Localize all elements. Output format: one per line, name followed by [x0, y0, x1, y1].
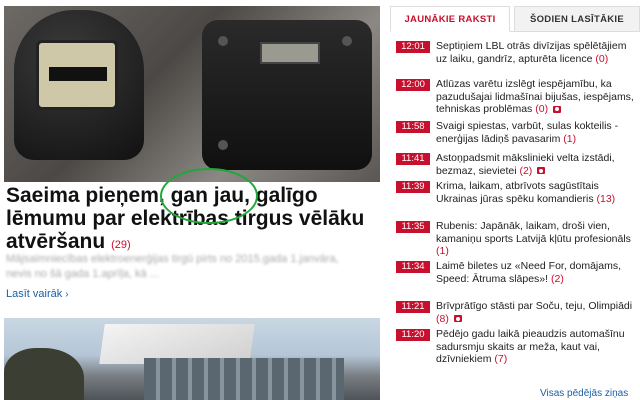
news-item[interactable]: 11:41 Astoņpadsmit mākslinieki velta izs…	[396, 152, 640, 180]
news-tabs: JAUNĀKIE RAKSTI ŠODIEN LASĪTĀKIE	[390, 6, 640, 32]
camera-icon	[553, 105, 561, 113]
news-list: 12:01 Septiņiem LBL otrās divīzijas spēl…	[396, 40, 640, 366]
news-item[interactable]: 11:35 Rubenis: Japānāk, laikam, droši vi…	[396, 220, 640, 260]
news-comments[interactable]: (0)	[595, 53, 608, 65]
news-comments[interactable]: (1)	[436, 245, 449, 257]
news-comments[interactable]: (8)	[436, 313, 449, 325]
news-comments[interactable]: (13)	[597, 193, 616, 205]
news-title[interactable]: Pēdējo gadu laikā pieaudzis automašīnu s…	[436, 328, 625, 365]
news-title[interactable]: Laimē biletes uz «Need For, domājams, Sp…	[436, 260, 621, 285]
news-time: 12:00	[396, 79, 430, 91]
tab-most-read[interactable]: ŠODIEN LASĪTĀKIE	[514, 6, 640, 32]
news-time: 11:58	[396, 121, 430, 133]
news-time: 11:20	[396, 329, 430, 341]
news-comments[interactable]: (7)	[494, 353, 507, 365]
news-title[interactable]: Rubenis: Japānāk, laikam, droši vien, ka…	[436, 220, 631, 245]
headline-text[interactable]: Saeima pieņem, gan jau, galīgo lēmumu pa…	[6, 184, 364, 253]
electric-meter-right	[202, 20, 372, 170]
camera-icon	[453, 315, 462, 323]
electric-meter-left	[14, 10, 144, 160]
news-sidebar: JAUNĀKIE RAKSTI ŠODIEN LASĪTĀKIE 12:01 S…	[390, 0, 640, 400]
news-item[interactable]: 11:20 Pēdējo gadu laikā pieaudzis automa…	[396, 328, 640, 366]
news-time: 11:35	[396, 221, 430, 233]
news-item[interactable]: 12:01 Septiņiem LBL otrās divīzijas spēl…	[396, 40, 640, 78]
news-title[interactable]: Brīvprātīgo stāsti par Soču, teju, Olimp…	[436, 300, 632, 312]
news-time: 11:34	[396, 261, 430, 273]
hero-image[interactable]	[4, 6, 380, 182]
news-time: 11:39	[396, 181, 430, 193]
news-item[interactable]: 11:58 Svaigi spiestas, varbūt, sulas kok…	[396, 120, 640, 152]
news-item[interactable]: 11:34 Laimē biletes uz «Need For, domāja…	[396, 260, 640, 300]
news-comments[interactable]: (0)	[535, 103, 548, 115]
all-news-link[interactable]: Visas pēdējās ziņas	[540, 388, 628, 399]
news-comments[interactable]: (1)	[563, 133, 576, 145]
news-comments[interactable]: (2)	[551, 273, 564, 285]
news-comments[interactable]: (2)	[519, 165, 532, 177]
news-title[interactable]: Svaigi spiestas, varbūt, sulas kokteilis…	[436, 120, 618, 145]
secondary-image[interactable]	[4, 318, 380, 400]
news-time: 11:21	[396, 301, 430, 313]
news-time: 11:41	[396, 153, 430, 165]
chevron-right-icon: ›	[65, 289, 69, 300]
news-title[interactable]: Krima, laikam, atbrīvots sagūstītais Ukr…	[436, 180, 599, 205]
tab-latest[interactable]: JAUNĀKIE RAKSTI	[390, 6, 510, 32]
read-more-link[interactable]: Lasīt vairāk ›	[6, 288, 69, 300]
comment-count[interactable]: (29)	[111, 239, 131, 251]
main-column: Saeima pieņem, gan jau, galīgo lēmumu pa…	[0, 0, 380, 400]
lede-text: Mājsaimniecības elektroenerģijas tirgū p…	[6, 253, 339, 280]
news-time: 12:01	[396, 41, 430, 53]
news-item[interactable]: 12:00 Atlūzas varētu izslēgt iespējamību…	[396, 78, 640, 120]
main-headline[interactable]: Saeima pieņem, gan jau, galīgo lēmumu pa…	[6, 184, 378, 257]
news-item[interactable]: 11:21 Brīvprātīgo stāsti par Soču, teju,…	[396, 300, 640, 328]
news-item[interactable]: 11:39 Krima, laikam, atbrīvots sagūstīta…	[396, 180, 640, 220]
camera-icon	[537, 167, 546, 175]
